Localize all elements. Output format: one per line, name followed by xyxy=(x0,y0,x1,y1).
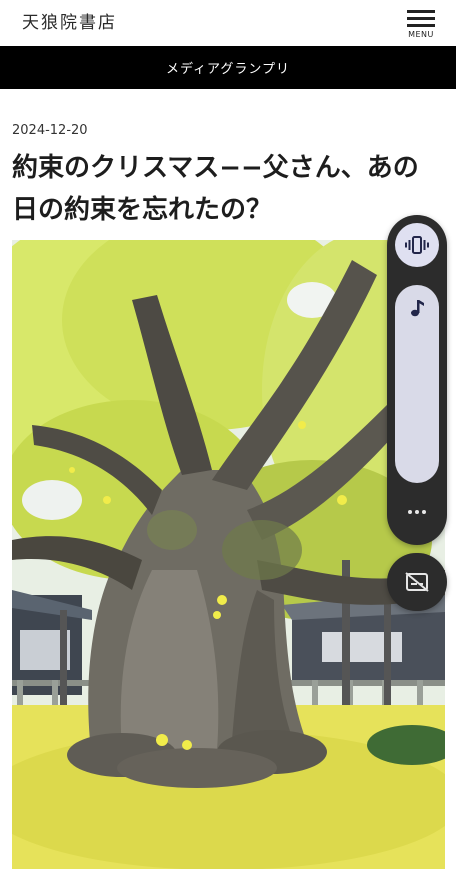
category-link[interactable]: メディアグランプリ xyxy=(0,46,456,89)
music-note-icon xyxy=(411,300,424,317)
site-header: 天狼院書店 MENU xyxy=(0,0,456,46)
captions-off-icon xyxy=(405,572,429,592)
site-logo[interactable]: 天狼院書店 xyxy=(22,8,117,33)
menu-button[interactable]: MENU xyxy=(404,8,438,40)
hamburger-icon xyxy=(407,10,435,13)
article-title: 約束のクリスマス−−父さん、あの日の約束を忘れたの？ xyxy=(12,153,419,225)
menu-label: MENU xyxy=(408,30,434,39)
hamburger-icon-bar xyxy=(407,24,435,27)
volume-panel xyxy=(387,215,447,545)
captions-off-button[interactable] xyxy=(387,553,447,611)
hamburger-icon-bar xyxy=(407,17,435,20)
vibrate-icon xyxy=(405,236,429,254)
ginkgo-tree-image xyxy=(12,240,445,869)
vibrate-button[interactable] xyxy=(395,223,439,267)
more-dots-icon[interactable] xyxy=(395,497,439,527)
article-photo xyxy=(12,240,445,869)
article-date: 2024-12-20 xyxy=(12,123,88,138)
media-volume-slider[interactable] xyxy=(395,285,439,483)
